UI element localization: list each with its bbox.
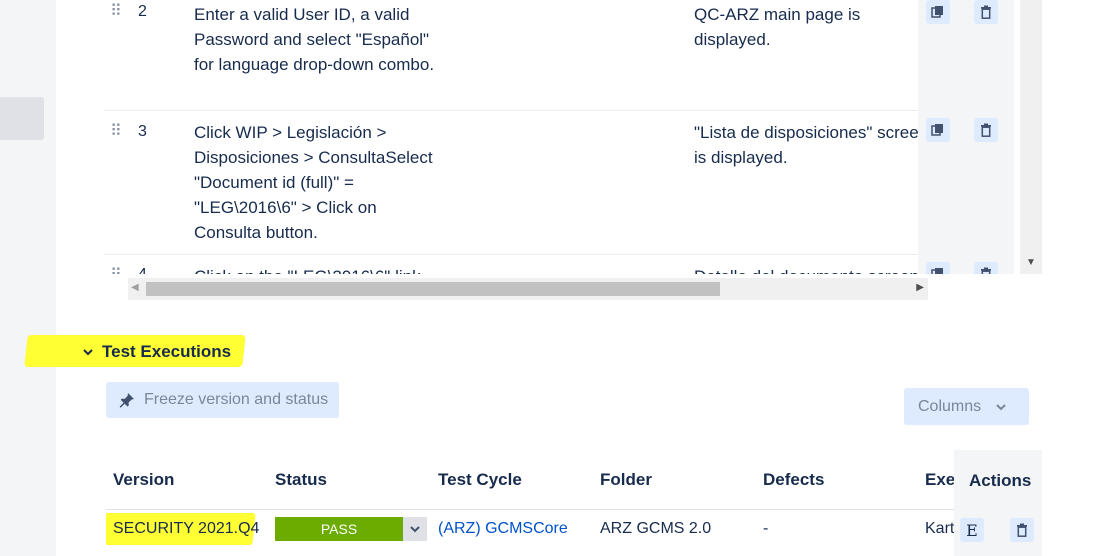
step-row: ⠿ 2 Enter a valid User ID, a valid Passw… (104, 0, 920, 111)
step-number: 3 (138, 123, 147, 140)
delete-step-button[interactable] (974, 262, 998, 274)
drag-handle-icon[interactable]: ⠿ (110, 4, 122, 20)
drag-handle-icon[interactable]: ⠿ (110, 268, 122, 275)
horizontal-scrollbar[interactable]: ◀ ▶ (128, 278, 928, 300)
step-action: Enter a valid User ID, a valid Password … (194, 5, 435, 74)
step-row: ⠿ 4 Click on the "LEG\2016\6" link Detal… (104, 254, 920, 274)
chevron-down-icon (83, 349, 93, 356)
copy-step-button[interactable] (926, 118, 950, 142)
vertical-scrollbar[interactable]: ▼ (1020, 0, 1042, 274)
status-badge[interactable]: PASS (275, 517, 403, 541)
column-header-test-cycle[interactable]: Test Cycle (438, 470, 522, 490)
columns-button[interactable]: Columns (904, 388, 1029, 425)
execution-version: SECURITY 2021.Q4 (113, 520, 260, 537)
column-header-status[interactable]: Status (275, 470, 327, 490)
section-title: Test Executions (102, 342, 232, 361)
column-header-actions: Actions (969, 471, 1032, 490)
pin-icon (119, 393, 134, 408)
copy-icon (931, 268, 943, 274)
copy-icon (931, 124, 943, 136)
execute-button[interactable]: E (960, 518, 984, 542)
copy-step-button[interactable] (926, 262, 950, 274)
delete-step-button[interactable] (974, 0, 998, 24)
step-action: Click on the "LEG\2016\6" link (194, 264, 444, 274)
trash-icon (981, 123, 991, 137)
delete-execution-button[interactable] (1010, 518, 1034, 542)
status-dropdown-button[interactable] (403, 517, 427, 541)
horizontal-scrollbar-thumb[interactable] (146, 282, 720, 296)
step-row: ⠿ 3 Click WIP > Legislación > Disposicio… (104, 110, 920, 255)
test-executions-header[interactable]: Test Executions (82, 340, 231, 364)
step-number: 2 (138, 3, 147, 20)
step-actions-column (918, 0, 1014, 274)
trash-icon (981, 5, 991, 19)
execution-status[interactable]: PASS (275, 517, 427, 541)
scroll-right-arrow-icon[interactable]: ▶ (916, 282, 924, 293)
step-expected-result: "Lista de disposiciones" screen is displ… (694, 123, 920, 167)
drag-handle-icon[interactable]: ⠿ (110, 124, 122, 140)
column-header-defects[interactable]: Defects (763, 470, 824, 490)
test-executions-table: Version Status Test Cycle Folder Defects… (106, 462, 1020, 556)
step-expected-result: Detalle del documento screen (694, 264, 920, 274)
step-expected-result: QC-ARZ main page is displayed. (694, 5, 861, 49)
step-action: Click WIP > Legislación > Disposiciones … (194, 123, 433, 242)
sidebar-tab[interactable] (0, 97, 44, 140)
column-header-version[interactable]: Version (113, 470, 174, 490)
delete-step-button[interactable] (974, 118, 998, 142)
test-steps-table: ⠿ 2 Enter a valid User ID, a valid Passw… (104, 0, 920, 274)
copy-step-button[interactable] (926, 0, 950, 24)
scroll-left-arrow-icon[interactable]: ◀ (131, 282, 139, 293)
columns-button-label: Columns (918, 397, 982, 415)
scroll-down-arrow-icon[interactable]: ▼ (1020, 257, 1042, 268)
column-header-folder[interactable]: Folder (600, 470, 652, 490)
trash-icon (1017, 523, 1027, 537)
chevron-down-icon (996, 403, 1006, 410)
execution-actions-column: Actions E (954, 450, 1042, 556)
trash-icon (981, 267, 991, 274)
header-divider (106, 509, 1020, 510)
chevron-down-icon (410, 526, 420, 533)
left-sidebar (0, 0, 56, 556)
freeze-button-label: Freeze version and status (144, 391, 329, 408)
execution-defects: - (763, 520, 769, 537)
copy-icon (931, 6, 943, 18)
step-number: 4 (138, 266, 147, 274)
execution-executed-by: Kart (925, 520, 955, 537)
freeze-version-button[interactable]: Freeze version and status (106, 382, 339, 418)
test-cycle-link[interactable]: (ARZ) GCMSCore (438, 520, 568, 538)
execution-folder: ARZ GCMS 2.0 (600, 520, 712, 537)
